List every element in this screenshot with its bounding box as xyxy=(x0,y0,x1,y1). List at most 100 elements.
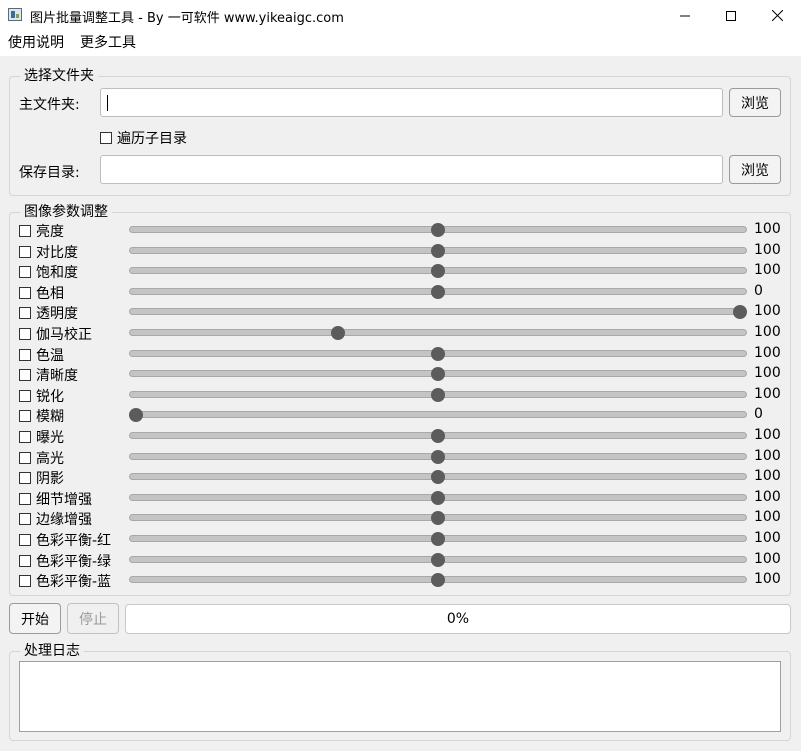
slider-value: 100 xyxy=(754,324,781,340)
slider-enable-checkbox[interactable] xyxy=(19,575,31,588)
slider-value: 100 xyxy=(754,571,781,588)
slider-checkbox-row[interactable]: 清晰度 xyxy=(19,365,78,385)
slider-thumb[interactable] xyxy=(431,284,445,299)
slider-value: 100 xyxy=(754,344,781,361)
slider-enable-checkbox[interactable] xyxy=(19,245,31,258)
slider-enable-checkbox[interactable] xyxy=(19,348,31,361)
slider-checkbox-row[interactable]: 模糊 xyxy=(19,406,64,426)
slider-enable-checkbox[interactable] xyxy=(19,225,31,237)
slider-thumb[interactable] xyxy=(431,243,445,258)
slider-checkbox-row[interactable]: 透明度 xyxy=(19,303,78,323)
text-caret xyxy=(107,95,108,111)
recursive-label: 遍历子目录 xyxy=(117,131,187,147)
recursive-checkbox[interactable] xyxy=(100,132,112,144)
title-bar[interactable]: 图片批量调整工具 - By 一可软件 www.yikeaigc.com xyxy=(0,0,801,31)
slider-checkbox-row[interactable]: 曝光 xyxy=(19,427,64,447)
slider-thumb[interactable] xyxy=(431,449,445,464)
browse-save-dir-button[interactable]: 浏览 xyxy=(729,155,781,184)
slider-track[interactable] xyxy=(129,308,747,316)
slider-row: 色相 0 xyxy=(19,282,789,302)
slider-thumb[interactable] xyxy=(431,511,445,526)
start-button[interactable]: 开始 xyxy=(9,603,61,634)
slider-row: 清晰度 100 xyxy=(19,364,789,384)
slider-thumb[interactable] xyxy=(431,367,445,382)
slider-enable-checkbox[interactable] xyxy=(19,369,31,382)
minimize-icon xyxy=(680,15,690,16)
slider-thumb[interactable] xyxy=(431,573,445,588)
maximize-button[interactable] xyxy=(708,0,754,31)
slider-thumb[interactable] xyxy=(431,429,445,443)
slider-value: 100 xyxy=(754,530,781,546)
slider-checkbox-row[interactable]: 高光 xyxy=(19,448,64,468)
slider-enable-checkbox[interactable] xyxy=(19,451,31,464)
slider-thumb[interactable] xyxy=(331,326,346,340)
slider-checkbox-row[interactable]: 对比度 xyxy=(19,242,78,262)
slider-label: 亮度 xyxy=(36,224,64,240)
slider-thumb[interactable] xyxy=(431,532,445,546)
slider-checkbox-row[interactable]: 色彩平衡-蓝 xyxy=(19,571,111,591)
slider-thumb[interactable] xyxy=(129,408,143,423)
slider-enable-checkbox[interactable] xyxy=(19,286,31,299)
slider-value: 100 xyxy=(754,262,781,279)
slider-value: 100 xyxy=(754,385,781,402)
menu-item-help[interactable]: 使用说明 xyxy=(0,31,72,56)
slider-enable-checkbox[interactable] xyxy=(19,266,31,279)
slider-enable-checkbox[interactable] xyxy=(19,389,31,402)
slider-enable-checkbox[interactable] xyxy=(19,410,31,423)
slider-checkbox-row[interactable]: 伽马校正 xyxy=(19,324,92,344)
slider-value: 100 xyxy=(754,427,781,443)
slider-thumb[interactable] xyxy=(431,470,445,485)
slider-thumb[interactable] xyxy=(431,264,445,279)
slider-enable-checkbox[interactable] xyxy=(19,472,31,485)
slider-row: 亮度 100 xyxy=(19,220,789,240)
main-folder-input[interactable] xyxy=(100,88,723,117)
slider-label: 细节增强 xyxy=(36,491,92,508)
slider-row: 高光 100 xyxy=(19,447,789,467)
slider-thumb[interactable] xyxy=(733,305,747,320)
save-dir-input[interactable] xyxy=(100,155,723,184)
slider-enable-checkbox[interactable] xyxy=(19,492,31,505)
slider-enable-checkbox[interactable] xyxy=(19,534,31,546)
slider-thumb[interactable] xyxy=(431,490,445,505)
slider-checkbox-row[interactable]: 亮度 xyxy=(19,221,64,241)
slider-enable-checkbox[interactable] xyxy=(19,328,31,340)
main-folder-label: 主文件夹: xyxy=(19,97,80,113)
slider-thumb[interactable] xyxy=(431,223,445,237)
slider-enable-checkbox[interactable] xyxy=(19,513,31,526)
log-textarea[interactable] xyxy=(19,661,781,732)
params-group-title: 图像参数调整 xyxy=(20,204,112,220)
slider-value: 100 xyxy=(754,550,781,567)
slider-checkbox-row[interactable]: 锐化 xyxy=(19,386,64,406)
slider-enable-checkbox[interactable] xyxy=(19,307,31,320)
menu-bar: 使用说明 更多工具 xyxy=(0,31,801,56)
slider-checkbox-row[interactable]: 色相 xyxy=(19,283,64,303)
recursive-checkbox-row[interactable]: 遍历子目录 xyxy=(100,128,187,148)
folder-group: 选择文件夹 主文件夹: 浏览 遍历子目录 保存目录: 浏览 xyxy=(9,68,791,196)
close-button[interactable] xyxy=(754,0,800,31)
menu-item-more-tools[interactable]: 更多工具 xyxy=(72,31,144,56)
slider-track[interactable] xyxy=(129,329,747,336)
slider-value: 100 xyxy=(754,447,781,464)
slider-enable-checkbox[interactable] xyxy=(19,431,31,443)
slider-checkbox-row[interactable]: 细节增强 xyxy=(19,489,92,509)
minimize-button[interactable] xyxy=(662,0,708,31)
slider-label: 伽马校正 xyxy=(36,327,92,343)
log-group: 处理日志 xyxy=(9,643,791,741)
stop-button[interactable]: 停止 xyxy=(67,603,119,634)
slider-checkbox-row[interactable]: 阴影 xyxy=(19,468,64,488)
slider-enable-checkbox[interactable] xyxy=(19,554,31,567)
slider-checkbox-row[interactable]: 饱和度 xyxy=(19,262,78,282)
slider-checkbox-row[interactable]: 色彩平衡-红 xyxy=(19,530,111,550)
browse-main-folder-button[interactable]: 浏览 xyxy=(729,88,781,117)
slider-row: 透明度 100 xyxy=(19,302,789,322)
slider-thumb[interactable] xyxy=(431,552,445,567)
slider-label: 曝光 xyxy=(36,430,64,446)
slider-label: 边缘增强 xyxy=(36,512,92,529)
slider-value: 0 xyxy=(754,406,763,423)
slider-checkbox-row[interactable]: 边缘增强 xyxy=(19,509,92,529)
slider-thumb[interactable] xyxy=(431,346,445,361)
slider-thumb[interactable] xyxy=(431,387,445,402)
slider-checkbox-row[interactable]: 色彩平衡-绿 xyxy=(19,551,111,571)
slider-checkbox-row[interactable]: 色温 xyxy=(19,345,64,365)
slider-track[interactable] xyxy=(129,411,747,419)
